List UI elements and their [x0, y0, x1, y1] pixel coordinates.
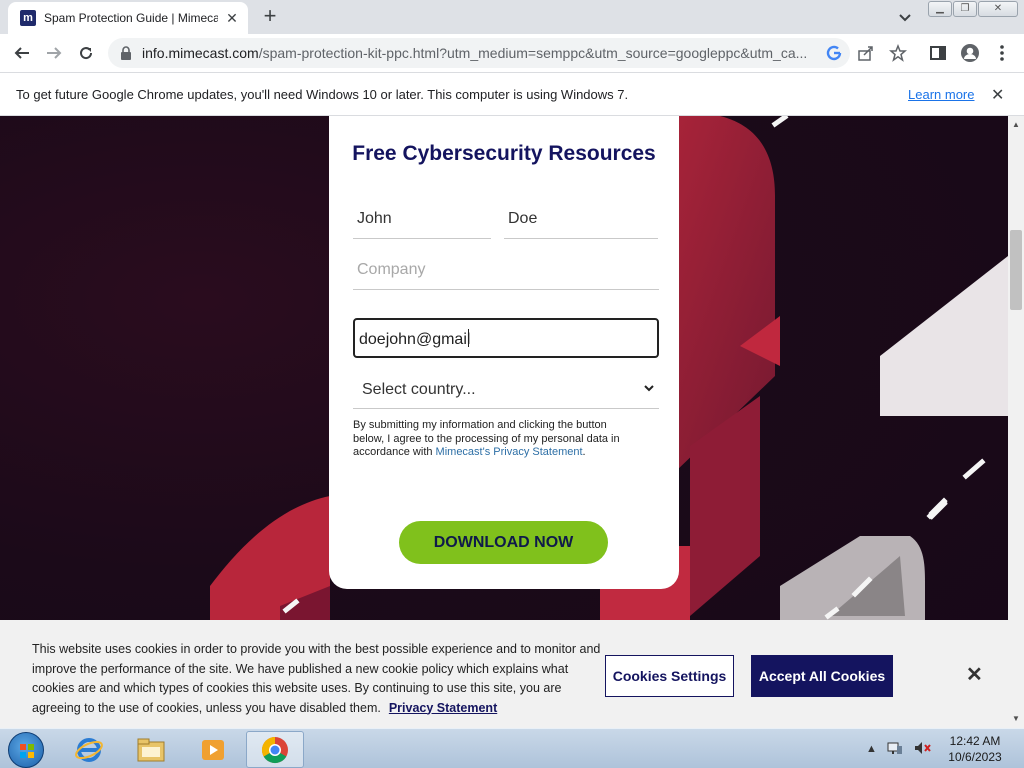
google-icon[interactable]	[824, 43, 844, 63]
system-tray: ▲	[866, 739, 931, 759]
show-hidden-icons-icon[interactable]: ▲	[866, 743, 877, 755]
side-panel-icon[interactable]	[928, 43, 948, 63]
clock-date: 10/6/2023	[948, 750, 1002, 764]
email-value: doejohn@gmail	[359, 331, 471, 348]
lock-icon[interactable]	[120, 46, 132, 65]
restore-button[interactable]: ❐	[953, 1, 977, 17]
company-field[interactable]: Company	[353, 255, 659, 290]
chevron-down-icon	[643, 381, 655, 399]
browser-toolbar: info.mimecast.com/spam-protection-kit-pp…	[0, 34, 1024, 72]
signup-form-card: Free Cybersecurity Resources John Doe Co…	[329, 116, 679, 589]
learn-more-link[interactable]: Learn more	[908, 87, 974, 102]
taskbar-clock[interactable]: 12:42 AM 10/6/2023	[940, 733, 1010, 765]
start-button[interactable]	[8, 732, 44, 768]
minimize-button[interactable]: ▁	[928, 1, 952, 17]
last-name-field[interactable]: Doe	[504, 204, 658, 239]
consent-text: By submitting my information and clickin…	[353, 419, 633, 460]
infobar-close-icon[interactable]: ✕	[991, 85, 1004, 105]
new-tab-button[interactable]: +	[259, 5, 281, 28]
more-menu-icon[interactable]	[992, 43, 1012, 63]
cookie-privacy-link[interactable]: Privacy Statement	[389, 701, 497, 715]
scroll-down-arrow-icon[interactable]: ▼	[1012, 714, 1020, 723]
country-select-value: Select country...	[362, 381, 476, 398]
tab-mimecast[interactable]: m Spam Protection Guide | Mimecast ✕	[8, 2, 248, 34]
text-cursor-icon	[468, 329, 470, 347]
accept-all-cookies-button[interactable]: Accept All Cookies	[751, 655, 893, 697]
consent-period: .	[582, 446, 586, 458]
tab-close-icon[interactable]: ✕	[224, 10, 240, 26]
network-icon[interactable]	[887, 741, 903, 758]
profile-avatar-icon[interactable]	[960, 43, 980, 63]
forward-arrow-icon[interactable]	[42, 41, 66, 65]
url-host: info.mimecast.com	[142, 45, 259, 61]
form-title: Free Cybersecurity Resources	[352, 142, 656, 165]
scroll-up-arrow-icon[interactable]: ▲	[1012, 120, 1020, 129]
scroll-thumb[interactable]	[1010, 230, 1022, 310]
privacy-statement-link[interactable]: Mimecast's Privacy Statement	[436, 446, 583, 458]
email-field[interactable]: doejohn@gmail	[353, 318, 659, 358]
file-explorer-icon[interactable]	[122, 731, 180, 768]
tab-title: Spam Protection Guide | Mimecast	[44, 11, 218, 25]
page-scrollbar[interactable]: ▲ ▼	[1008, 116, 1024, 728]
first-name-field[interactable]: John	[353, 204, 491, 239]
mimecast-favicon-icon: m	[20, 10, 36, 26]
chrome-update-infobar: To get future Google Chrome updates, you…	[0, 72, 1024, 116]
cookie-message: This website uses cookies in order to pr…	[32, 642, 601, 715]
tab-strip: m Spam Protection Guide | Mimecast ✕ + ▁…	[0, 0, 1024, 34]
reload-icon[interactable]	[74, 41, 98, 65]
url-text: info.mimecast.com/spam-protection-kit-pp…	[142, 45, 822, 61]
country-select[interactable]: Select country...	[353, 369, 659, 409]
chrome-taskbar-icon[interactable]	[246, 731, 304, 768]
clock-time: 12:42 AM	[949, 734, 1001, 748]
url-path: /spam-protection-kit-ppc.html?utm_medium…	[258, 45, 808, 61]
internet-explorer-icon[interactable]	[60, 731, 118, 768]
cookies-settings-button[interactable]: Cookies Settings	[605, 655, 734, 697]
cookie-banner: This website uses cookies in order to pr…	[0, 620, 1008, 728]
download-now-button[interactable]: DOWNLOAD NOW	[399, 521, 608, 564]
bookmark-star-icon[interactable]	[888, 43, 908, 63]
infobar-message: To get future Google Chrome updates, you…	[16, 87, 629, 102]
cookie-text: This website uses cookies in order to pr…	[32, 640, 612, 718]
media-player-icon[interactable]	[184, 731, 242, 768]
volume-muted-icon[interactable]	[913, 741, 931, 758]
cookie-close-icon[interactable]: ✕	[966, 662, 983, 687]
windows-taskbar: ▲ 12:42 AM 10/6/2023	[0, 728, 1024, 768]
back-arrow-icon[interactable]	[10, 41, 34, 65]
address-bar[interactable]: info.mimecast.com/spam-protection-kit-pp…	[108, 38, 850, 68]
tab-search-chevron-icon[interactable]	[896, 8, 914, 26]
window-close-button[interactable]: ✕	[978, 1, 1018, 17]
share-icon[interactable]	[856, 43, 876, 63]
